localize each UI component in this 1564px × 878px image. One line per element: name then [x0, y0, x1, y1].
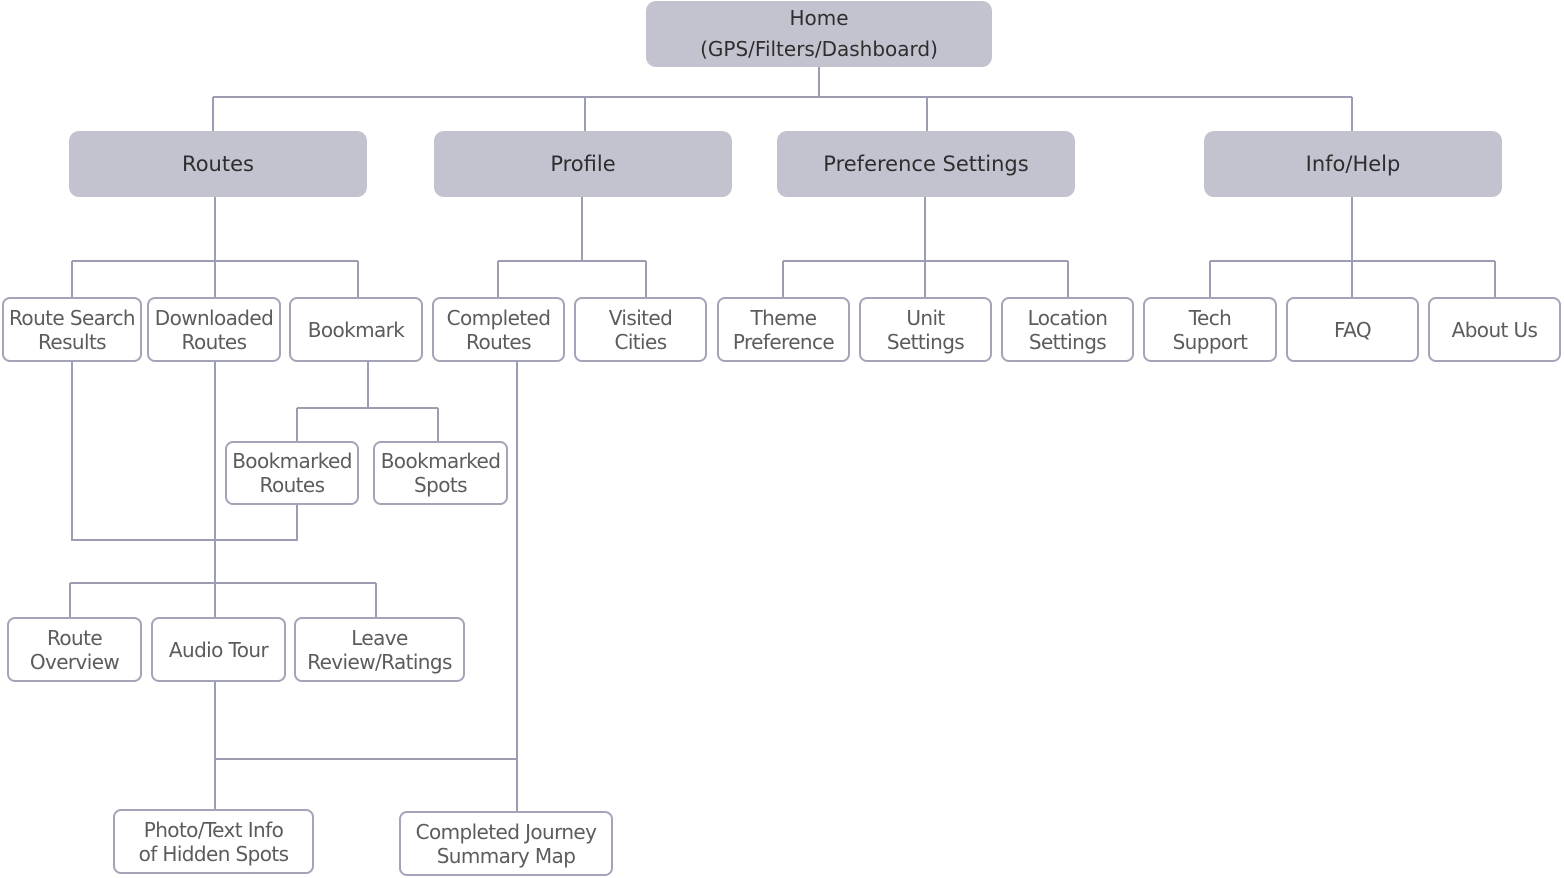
node-preference-settings[interactable]: Preference Settings [777, 131, 1075, 197]
node-info-help[interactable]: Info/Help [1204, 131, 1502, 197]
node-audio-tour[interactable]: Audio Tour [151, 617, 286, 682]
node-unit-settings[interactable]: Unit Settings [859, 297, 992, 362]
node-photo-text-info[interactable]: Photo/Text Info of Hidden Spots [113, 809, 314, 874]
node-about-us[interactable]: About Us [1428, 297, 1561, 362]
node-theme-preference[interactable]: Theme Preference [717, 297, 850, 362]
node-home[interactable]: Home (GPS/Filters/Dashboard) [646, 1, 992, 67]
node-route-search-results[interactable]: Route Search Results [2, 297, 142, 362]
node-route-overview[interactable]: Route Overview [7, 617, 142, 682]
node-bookmark[interactable]: Bookmark [289, 297, 423, 362]
node-location-settings[interactable]: Location Settings [1001, 297, 1134, 362]
node-bookmarked-spots[interactable]: Bookmarked Spots [373, 441, 508, 505]
node-downloaded-routes[interactable]: Downloaded Routes [147, 297, 281, 362]
node-tech-support[interactable]: Tech Support [1143, 297, 1277, 362]
node-routes[interactable]: Routes [69, 131, 367, 197]
node-completed-journey-summary-map[interactable]: Completed Journey Summary Map [399, 811, 613, 876]
node-faq[interactable]: FAQ [1286, 297, 1419, 362]
node-profile[interactable]: Profile [434, 131, 732, 197]
node-bookmarked-routes[interactable]: Bookmarked Routes [225, 441, 359, 505]
node-visited-cities[interactable]: Visited Cities [574, 297, 707, 362]
node-leave-review-ratings[interactable]: Leave Review/Ratings [294, 617, 465, 682]
node-completed-routes[interactable]: Completed Routes [432, 297, 565, 362]
